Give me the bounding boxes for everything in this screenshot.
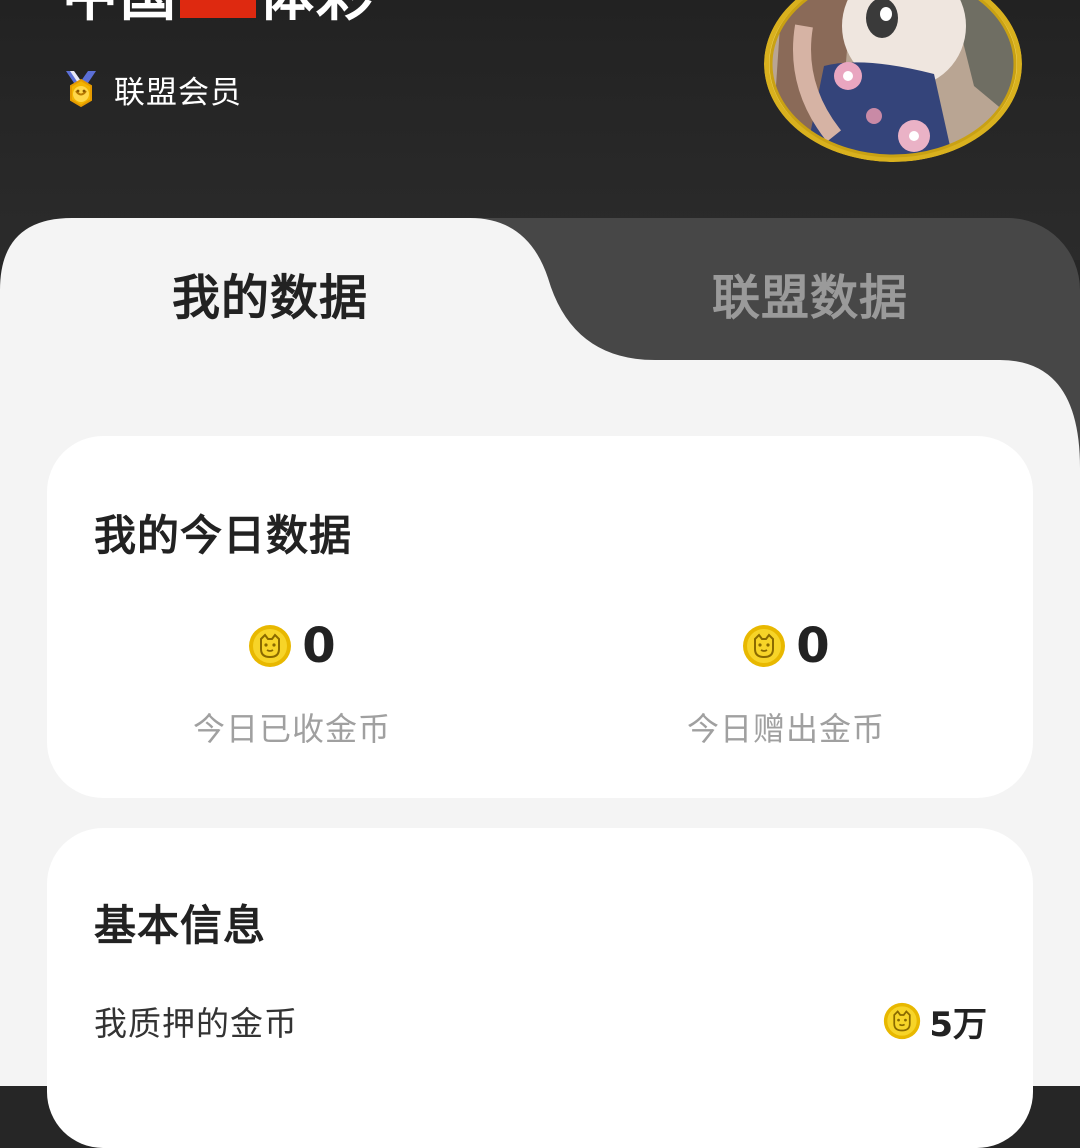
pledged-coins-value: 5万 [929,1004,987,1045]
gifted-label: 今日赠出金币 [686,710,885,748]
basic-info-title: 基本信息 [94,901,267,950]
stat-received[interactable]: 0 今日已收金币 [82,616,502,750]
pledged-coins-label: 我质押的金币 [94,1004,298,1043]
tab-my-data[interactable]: 我的数据 [0,248,540,338]
profile-name: 中国 体彩 [62,0,374,32]
member-badge-row[interactable]: 联盟会员 [60,66,242,112]
member-label: 联盟会员 [114,74,242,111]
tab-alliance-data[interactable]: 联盟数据 [540,248,1080,338]
today-data-card: 我的今日数据 0 今日已收金币 0 今日赠出金币 [47,436,1033,798]
avatar[interactable] [764,0,1022,162]
coin-icon [743,625,786,667]
received-value: 0 [302,618,336,674]
gifted-value: 0 [796,618,830,674]
medal-icon [66,71,96,108]
basic-info-card: 基本信息 我质押的金币 5万 [47,828,1033,1148]
profile-name-part1: 中国 [62,0,178,29]
pledged-coins-row[interactable]: 我质押的金币 5万 [94,996,987,1046]
coin-icon [884,1002,921,1040]
stat-gifted[interactable]: 0 今日赠出金币 [576,616,996,750]
coin-icon [249,625,292,667]
received-label: 今日已收金币 [192,710,391,748]
today-data-title: 我的今日数据 [94,511,353,560]
profile-name-part2: 体彩 [258,0,374,29]
china-flag-icon [180,0,256,18]
